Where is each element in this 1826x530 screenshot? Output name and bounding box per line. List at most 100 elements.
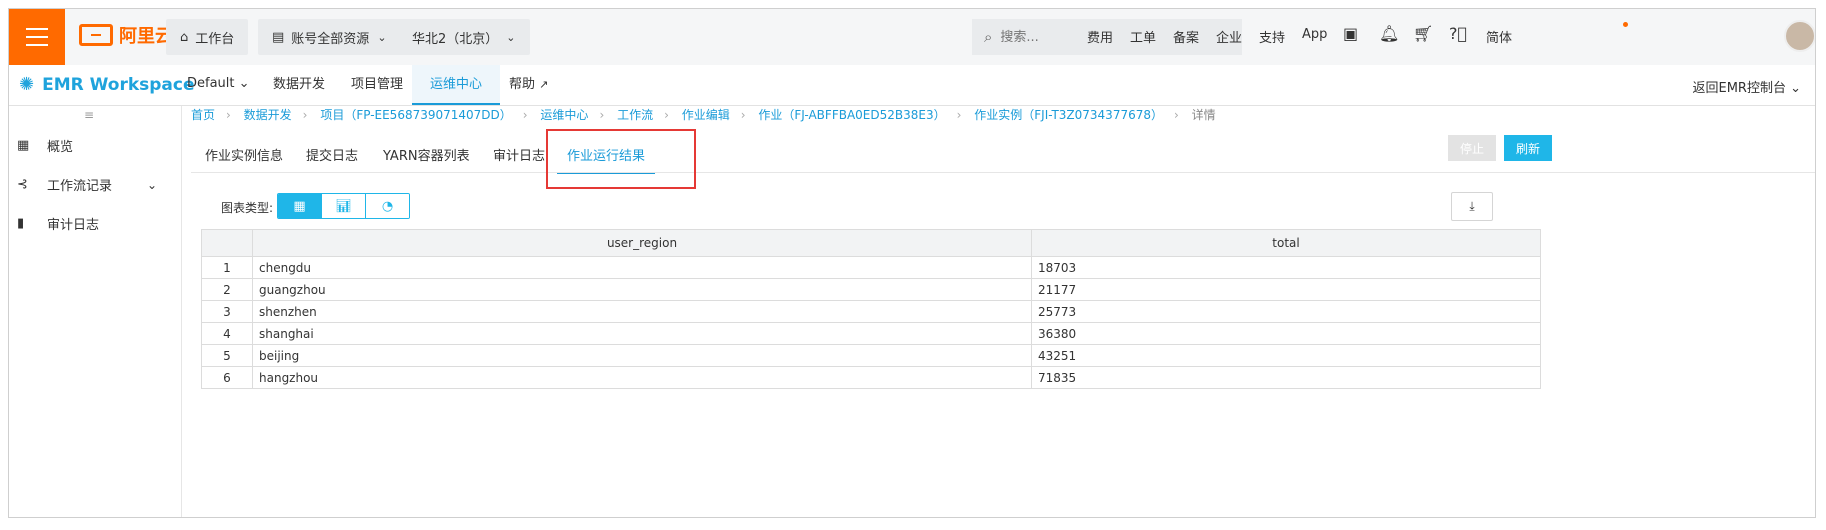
result-table: user_region total 1 chengdu 18703 2 guan… xyxy=(201,229,1541,389)
tab-submit-log[interactable]: 提交日志 xyxy=(306,145,358,173)
breadcrumb-job[interactable]: 作业（FJ-ABFFBA0ED52B38E3） xyxy=(758,108,945,122)
return-console-label: 返回EMR控制台 xyxy=(1692,81,1786,96)
cell-user-region: shenzhen xyxy=(252,300,1032,323)
table-view-button[interactable]: ▦ xyxy=(278,194,322,218)
workbench-label: 工作台 xyxy=(195,31,235,47)
pie-chart-view-button[interactable]: ◔ xyxy=(366,194,409,218)
hamburger-icon xyxy=(26,25,48,49)
tab-operations-center[interactable]: 运维中心 xyxy=(412,65,501,105)
emr-logo-icon: ✺ xyxy=(19,74,35,95)
chevron-down-icon: ⌄ xyxy=(506,30,516,44)
workbench-button[interactable]: ⌂ 工作台 xyxy=(166,19,249,55)
table-header-row: user_region total xyxy=(201,229,1541,257)
table-row: 4 shanghai 36380 xyxy=(201,322,1541,345)
avatar[interactable] xyxy=(1784,20,1815,52)
cell-total: 43251 xyxy=(1031,344,1541,367)
region-dropdown[interactable]: 华北2（北京） ⌄ xyxy=(398,19,530,55)
chart-type-toggle: ▦ 📊︎ ◔ xyxy=(277,193,410,219)
return-console-link[interactable]: 返回EMR控制台 ⌄ xyxy=(1692,77,1801,96)
nav-tickets[interactable]: 工单 xyxy=(1130,27,1156,46)
external-link-icon: ↗ xyxy=(539,78,549,91)
refresh-button[interactable]: 刷新 xyxy=(1504,135,1552,161)
tab-data-development[interactable]: 数据开发 xyxy=(255,65,343,105)
collapse-sidebar-icon[interactable]: ≡ xyxy=(84,108,94,122)
table-row: 6 hangzhou 71835 xyxy=(201,366,1541,389)
sidebar-item-audit-log[interactable]: ▮ 审计日志 xyxy=(17,214,99,233)
product-name: EMR Workspace xyxy=(42,74,195,95)
cell-total: 71835 xyxy=(1031,366,1541,389)
cart-icon[interactable]: 🛒︎ xyxy=(1413,24,1433,43)
table-row: 1 chengdu 18703 xyxy=(201,256,1541,279)
cell-total: 25773 xyxy=(1031,300,1541,323)
bar-chart-view-button[interactable]: 📊︎ xyxy=(322,194,366,218)
nav-app[interactable]: App xyxy=(1302,27,1327,42)
breadcrumb: 首页 › 数据开发 › 项目（FP-EE568739071407DD） › 运维中心 ›… xyxy=(191,108,1216,122)
tab-help[interactable]: 帮助 ↗ xyxy=(491,65,566,105)
product-logo[interactable]: ✺ EMR Workspace xyxy=(19,74,195,95)
home-icon: ⌂ xyxy=(180,29,189,45)
column-header-user-region[interactable]: user_region xyxy=(252,229,1032,257)
nav-icp[interactable]: 备案 xyxy=(1173,27,1199,46)
tab-yarn-containers[interactable]: YARN容器列表 xyxy=(383,145,470,173)
chevron-down-icon: ⌄ xyxy=(377,30,387,44)
help-label: 帮助 xyxy=(509,77,536,92)
cell-total: 36380 xyxy=(1031,322,1541,345)
brand-name: 阿里云 xyxy=(119,26,173,47)
breadcrumb-details: 详情 xyxy=(1191,108,1216,122)
row-index: 1 xyxy=(201,256,253,279)
nav-support[interactable]: 支持 xyxy=(1259,27,1285,46)
breadcrumb-operations[interactable]: 运维中心 xyxy=(540,108,588,122)
tab-audit-log[interactable]: 审计日志 xyxy=(493,145,545,173)
resources-dropdown[interactable]: ▤ 账号全部资源 ⌄ xyxy=(258,19,401,55)
cell-total: 18703 xyxy=(1031,256,1541,279)
aliyun-logo-icon xyxy=(79,24,113,46)
row-index: 3 xyxy=(201,300,253,323)
chevron-down-icon: ⌄ xyxy=(147,177,158,192)
nav-billing[interactable]: 费用 xyxy=(1087,27,1113,46)
workspace-dropdown[interactable]: Default ⌄ xyxy=(187,76,250,91)
download-button[interactable]: ⤓ xyxy=(1451,192,1493,221)
highlight-box xyxy=(546,129,696,189)
region-label: 华北2（北京） xyxy=(412,31,499,47)
table-row: 5 beijing 43251 xyxy=(201,344,1541,367)
table-row: 2 guangzhou 21177 xyxy=(201,278,1541,301)
tabs-divider xyxy=(191,172,1815,173)
menu-button[interactable] xyxy=(9,9,65,65)
column-header-total[interactable]: total xyxy=(1031,229,1541,257)
cell-user-region: beijing xyxy=(252,344,1032,367)
help-icon[interactable]: ?⃝ xyxy=(1449,24,1467,43)
tab-job-instance-info[interactable]: 作业实例信息 xyxy=(205,145,283,173)
terminal-icon[interactable]: ▣ xyxy=(1343,24,1358,43)
sidebar: ≡ ▦ 概览 ⊰ 工作流记录 ⌄ ▮ 审计日志 xyxy=(9,106,182,517)
brand-logo[interactable]: 阿里云 xyxy=(79,22,173,48)
download-icon: ⤓ xyxy=(1469,199,1475,213)
sidebar-item-label: 审计日志 xyxy=(47,218,100,233)
breadcrumb-project[interactable]: 项目（FP-EE568739071407DD） xyxy=(320,108,511,122)
chart-type-label: 图表类型: xyxy=(221,201,274,215)
bar-chart-icon: 📊︎ xyxy=(335,198,352,214)
cell-user-region: shanghai xyxy=(252,322,1032,345)
list-icon: ▤ xyxy=(272,29,285,45)
top-bar: 阿里云 ⌂ 工作台 ▤ 账号全部资源 ⌄ 华北2（北京） ⌄ ⌕ 费用 工单 备… xyxy=(9,9,1815,66)
sidebar-item-workflow-records[interactable]: ⊰ 工作流记录 ⌄ xyxy=(17,175,177,194)
breadcrumb-home[interactable]: 首页 xyxy=(191,108,215,122)
tab-project-management[interactable]: 项目管理 xyxy=(333,65,421,105)
breadcrumb-workflow[interactable]: 工作流 xyxy=(617,108,653,122)
breadcrumb-job-instance[interactable]: 作业实例（FJI-T3Z0734377678） xyxy=(974,108,1163,122)
pie-chart-icon: ◔ xyxy=(381,198,394,214)
chevron-down-icon: ⌄ xyxy=(238,76,250,91)
stop-button[interactable]: 停止 xyxy=(1448,135,1496,161)
bell-icon[interactable]: 🔔︎ xyxy=(1379,24,1399,43)
cell-user-region: chengdu xyxy=(252,256,1032,279)
breadcrumb-data-dev[interactable]: 数据开发 xyxy=(244,108,292,122)
language-switch[interactable]: 简体 xyxy=(1486,27,1512,46)
search-icon: ⌕ xyxy=(984,28,993,46)
workflow-icon: ⊰ xyxy=(17,177,28,192)
breadcrumb-job-edit[interactable]: 作业编辑 xyxy=(682,108,730,122)
dashboard-icon: ▦ xyxy=(17,138,30,153)
sidebar-item-overview[interactable]: ▦ 概览 xyxy=(17,136,73,155)
cell-total: 21177 xyxy=(1031,278,1541,301)
nav-enterprise[interactable]: 企业 xyxy=(1216,27,1242,46)
product-bar: ✺ EMR Workspace Default ⌄ 数据开发 项目管理 运维中心… xyxy=(9,65,1815,106)
book-icon: ▮ xyxy=(17,216,25,231)
